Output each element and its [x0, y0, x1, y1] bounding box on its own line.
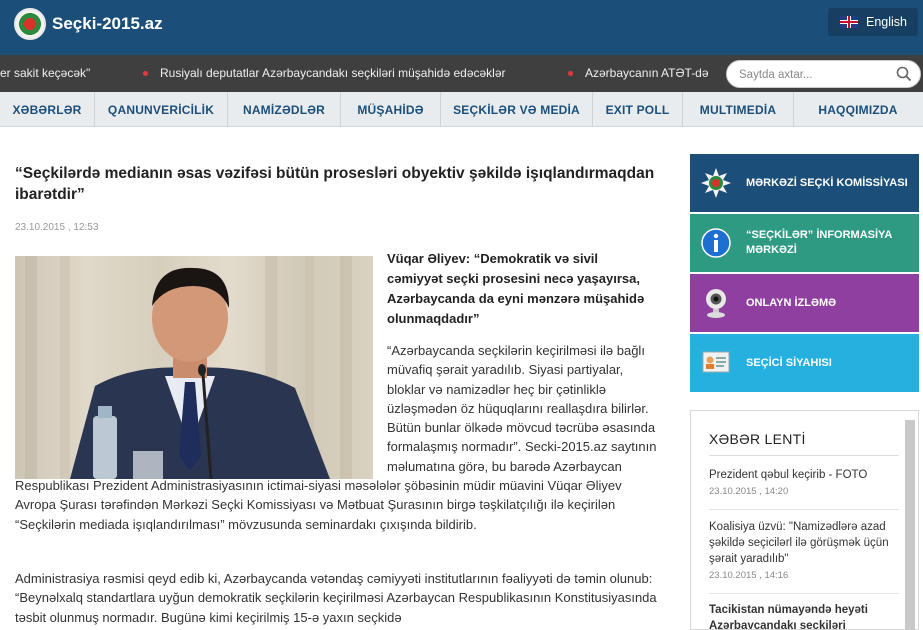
- news-item-title[interactable]: Prezident qəbul keçirib - FOTO: [709, 467, 894, 483]
- article-paragraph: Administrasiya rəsmisi qeyd edib ki, Azə…: [15, 571, 657, 625]
- sidebar-button-label: MƏRKƏZİ SEÇKİ KOMİSSİYASI: [746, 176, 908, 189]
- search-icon[interactable]: [896, 66, 912, 82]
- nav-item-exit-poll[interactable]: EXIT POLL: [593, 92, 683, 127]
- news-feed-title: XƏBƏR LENTİ: [709, 431, 806, 447]
- voter-list-icon: [702, 351, 730, 373]
- divider: [709, 455, 899, 456]
- nav-item-elections-media[interactable]: SEÇKİLƏR VƏ MEDİA: [441, 92, 593, 127]
- uk-flag-icon: [840, 16, 858, 28]
- news-item-date: 23.10.2015 , 14:20: [709, 486, 789, 497]
- nav-item-legislation[interactable]: QANUNVERİCİLİK: [95, 92, 228, 127]
- emblem-logo-icon[interactable]: [14, 8, 46, 40]
- language-button[interactable]: English: [828, 8, 918, 36]
- sidebar-button-label: “SEÇKİLƏR” İNFORMASİYA MƏRKƏZİ: [746, 229, 892, 256]
- article-paragraph: Respublikası Prezident Administrasiyasın…: [15, 478, 622, 532]
- central-election-commission-button[interactable]: MƏRKƏZİ SEÇKİ KOMİSSİYASI: [690, 154, 919, 212]
- ticker-bullet-icon: [143, 71, 148, 76]
- info-icon: [701, 228, 731, 258]
- article-lead: Vüqar Əliyev: “Demokratik və sivil cəmiy…: [387, 251, 645, 326]
- language-label: English: [866, 15, 907, 29]
- nav-item-multimedia[interactable]: MULTIMEDİA: [683, 92, 794, 127]
- nav-item-news[interactable]: XƏBƏRLƏR: [0, 92, 95, 127]
- search-box: [726, 60, 921, 88]
- ticker-track: er sakit keçəcək" Rusiyalı deputatlar Az…: [0, 55, 708, 92]
- site-name[interactable]: Seçki-2015.az: [52, 14, 163, 34]
- divider: [709, 593, 899, 594]
- nav-item-candidates[interactable]: NAMİZƏDLƏR: [228, 92, 341, 127]
- news-item-title[interactable]: Tacikistan nümayəndə heyəti Azərbaycanda…: [709, 602, 894, 629]
- ticker-bullet-icon: [568, 71, 573, 76]
- online-monitoring-button[interactable]: ONLAYN İZLƏMƏ: [690, 274, 919, 332]
- nav-item-about[interactable]: HAQQIMIZDA: [794, 92, 922, 127]
- news-item[interactable]: Koalisiya üzvü: "Namizədlərə azad şəkild…: [709, 519, 894, 581]
- news-feed: XƏBƏR LENTİ Prezident qəbul keçirib - FO…: [690, 410, 919, 630]
- webcam-icon: [706, 289, 726, 318]
- ticker-item[interactable]: Rusiyalı deputatlar Azərbaycandakı seçki…: [160, 66, 506, 80]
- sidebar-button-label: SEÇİCİ SİYAHISI: [746, 356, 832, 369]
- article-date: 23.10.2015 , 12:53: [15, 222, 99, 233]
- news-item[interactable]: Tacikistan nümayəndə heyəti Azərbaycanda…: [709, 602, 894, 629]
- news-item[interactable]: Prezident qəbul keçirib - FOTO 23.10.201…: [709, 467, 894, 497]
- ticker-item[interactable]: er sakit keçəcək": [0, 66, 90, 80]
- main-nav: XƏBƏRLƏR QANUNVERİCİLİK NAMİZƏDLƏR MÜŞAH…: [0, 92, 923, 127]
- ticker-item[interactable]: Azərbaycanın ATƏT-dəki: [585, 66, 708, 80]
- nav-item-monitoring[interactable]: MÜŞAHİDƏ: [341, 92, 441, 127]
- divider: [709, 509, 899, 510]
- news-item-date: 23.10.2015 , 14:16: [709, 570, 789, 581]
- sidebar-button-label: ONLAYN İZLƏMƏ: [746, 296, 837, 309]
- news-item-title[interactable]: Koalisiya üzvü: "Namizədlərə azad şəkild…: [709, 519, 894, 567]
- news-feed-scrollbar[interactable]: [905, 420, 915, 630]
- article-title: “Seçkilərdə medianın əsas vəzifəsi bütün…: [15, 165, 655, 203]
- article-photo: [15, 256, 373, 479]
- information-center-button[interactable]: “SEÇKİLƏR” İNFORMASİYA MƏRKƏZİ: [690, 214, 919, 272]
- voter-list-button[interactable]: SEÇİCİ SİYAHISI: [690, 334, 919, 392]
- article-paragraph: “Azərbaycanda seçkilərin keçirilməsi ilə…: [387, 343, 657, 474]
- emblem-icon: [701, 168, 731, 198]
- speaker-photo-illustration: [25, 256, 352, 479]
- search-input[interactable]: [739, 66, 889, 84]
- site-header: Seçki-2015.az English: [0, 0, 923, 55]
